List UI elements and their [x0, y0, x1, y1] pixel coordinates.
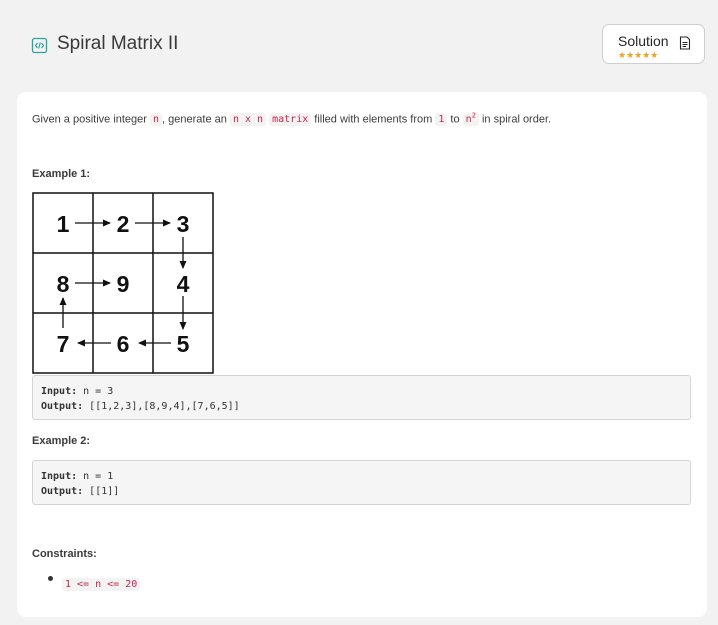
output-value: [[1]]	[83, 486, 120, 497]
desc-text: Given a positive integer	[32, 113, 151, 126]
output-key: Output:	[41, 486, 84, 497]
spiral-matrix-diagram: 1 2 3 8 9 4 7 6 5	[32, 192, 214, 374]
desc-text: , generate an	[162, 113, 230, 126]
bullet-point	[48, 576, 53, 581]
desc-text: filled with elements from	[311, 113, 436, 126]
matrix-cell: 9	[117, 271, 130, 297]
matrix-cell: 4	[177, 271, 190, 297]
matrix-cell: 2	[117, 211, 130, 237]
inline-code-1: 1	[435, 113, 448, 127]
solution-button[interactable]: Solution ★★★★★	[602, 24, 705, 64]
example-2-code-block: Input: n = 1 Output: [[1]]	[32, 460, 691, 505]
solution-button-label: Solution	[618, 33, 669, 49]
problem-header: Spiral Matrix II Solution ★★★★★	[0, 0, 718, 92]
input-value: n = 3	[77, 386, 114, 397]
example-2-label: Example 2:	[32, 435, 91, 447]
problem-description: Given a positive integer n, generate an …	[32, 108, 551, 128]
inline-code-n: n	[150, 113, 163, 127]
matrix-cell: 1	[57, 211, 70, 237]
desc-text: in spiral order.	[478, 113, 552, 126]
input-key: Input:	[41, 386, 78, 397]
input-value: n = 1	[77, 471, 114, 482]
code-file-icon	[31, 37, 48, 54]
output-value: [[1,2,3],[8,9,4],[7,6,5]]	[83, 401, 240, 412]
inline-code-nxn: n x n	[229, 113, 267, 127]
example-1-code-block: Input: n = 3 Output: [[1,2,3],[8,9,4],[7…	[32, 375, 691, 420]
matrix-cell: 3	[177, 211, 190, 237]
inline-code-matrix: matrix	[269, 113, 312, 127]
inline-code-n-squared: n2	[462, 112, 479, 127]
constraint-code: 1 <= n <= 20	[62, 578, 141, 591]
matrix-cell: 7	[57, 331, 70, 357]
desc-text: to	[447, 113, 463, 126]
matrix-cell: 5	[177, 331, 190, 357]
n-exponent: 2	[471, 112, 476, 120]
problem-content-card: Given a positive integer n, generate an …	[17, 92, 707, 617]
matrix-cell: 6	[117, 331, 130, 357]
output-key: Output:	[41, 401, 84, 412]
example-1-label: Example 1:	[32, 168, 91, 180]
constraint-item: 1 <= n <= 20	[62, 576, 141, 592]
page-title: Spiral Matrix II	[57, 33, 179, 54]
difficulty-stars: ★★★★★	[618, 50, 659, 60]
constraints-label: Constraints:	[32, 548, 97, 560]
matrix-cell: 8	[57, 271, 70, 297]
input-key: Input:	[41, 471, 78, 482]
document-icon	[679, 36, 691, 50]
